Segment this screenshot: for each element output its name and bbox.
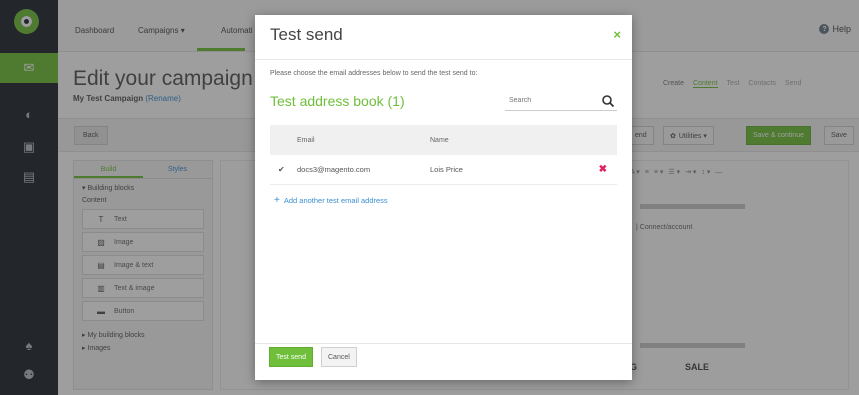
test-send-button[interactable]: Test send — [269, 347, 313, 367]
modal-description: Please choose the email addresses below … — [270, 70, 478, 77]
search-box — [505, 91, 617, 111]
table-row: ✔ docs3@magento.com Lois Price ✖ — [270, 155, 617, 185]
search-input[interactable] — [505, 91, 595, 110]
address-book-title: Test address book (1) — [270, 93, 405, 109]
add-link-label: Add another test email address — [283, 196, 388, 205]
row-name: Lois Price — [430, 165, 463, 174]
column-email[interactable]: Email — [297, 137, 315, 144]
add-test-address-link[interactable]: + Add another test email address — [274, 195, 388, 206]
test-send-modal: Test send × Please choose the email addr… — [255, 15, 632, 380]
plus-icon: + — [274, 195, 280, 206]
table-header: Email Name — [270, 125, 617, 155]
row-checkbox[interactable]: ✔ — [278, 165, 286, 174]
modal-title: Test send — [270, 25, 343, 44]
address-table: Email Name ✔ docs3@magento.com Lois Pric… — [270, 125, 617, 185]
modal-divider — [255, 59, 632, 60]
column-name[interactable]: Name — [430, 137, 449, 144]
cancel-button[interactable]: Cancel — [321, 347, 357, 367]
close-icon[interactable]: × — [613, 27, 621, 42]
search-icon[interactable] — [601, 94, 615, 108]
delete-icon[interactable]: ✖ — [599, 164, 607, 175]
row-email: docs3@magento.com — [297, 165, 371, 174]
footer-divider — [255, 343, 632, 344]
